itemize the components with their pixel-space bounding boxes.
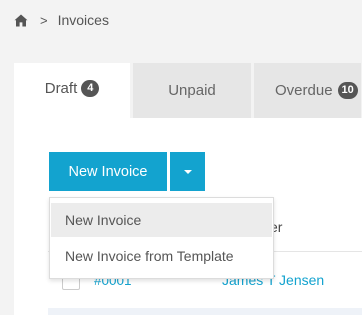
home-icon[interactable] xyxy=(14,14,28,27)
new-invoice-button[interactable]: New Invoice xyxy=(49,152,167,191)
breadcrumb-separator: > xyxy=(40,12,48,28)
tab-draft-label: Draft xyxy=(44,80,78,97)
menu-item-new-invoice[interactable]: New Invoice xyxy=(51,203,272,237)
new-invoice-button-group: New Invoice xyxy=(49,152,205,191)
tab-overdue[interactable]: Overdue 10 xyxy=(254,63,362,118)
tab-draft[interactable]: Draft 4 xyxy=(14,63,131,118)
breadcrumb-current: Invoices xyxy=(57,12,109,28)
tab-unpaid[interactable]: Unpaid xyxy=(133,63,252,118)
invoice-tabs: Draft 4 Unpaid Overdue 10 xyxy=(14,63,362,118)
tab-overdue-label: Overdue xyxy=(275,82,333,99)
breadcrumb: > Invoices xyxy=(14,11,109,29)
menu-item-new-invoice-from-template[interactable]: New Invoice from Template xyxy=(50,238,273,274)
new-invoice-dropdown-toggle[interactable] xyxy=(170,152,205,191)
tab-draft-count-badge: 4 xyxy=(81,80,100,97)
next-row-strip xyxy=(48,308,362,315)
new-invoice-dropdown-menu: New Invoice New Invoice from Template xyxy=(49,197,274,279)
tab-unpaid-label: Unpaid xyxy=(168,82,216,99)
caret-down-icon xyxy=(183,169,192,174)
tab-overdue-count-badge: 10 xyxy=(337,82,358,99)
